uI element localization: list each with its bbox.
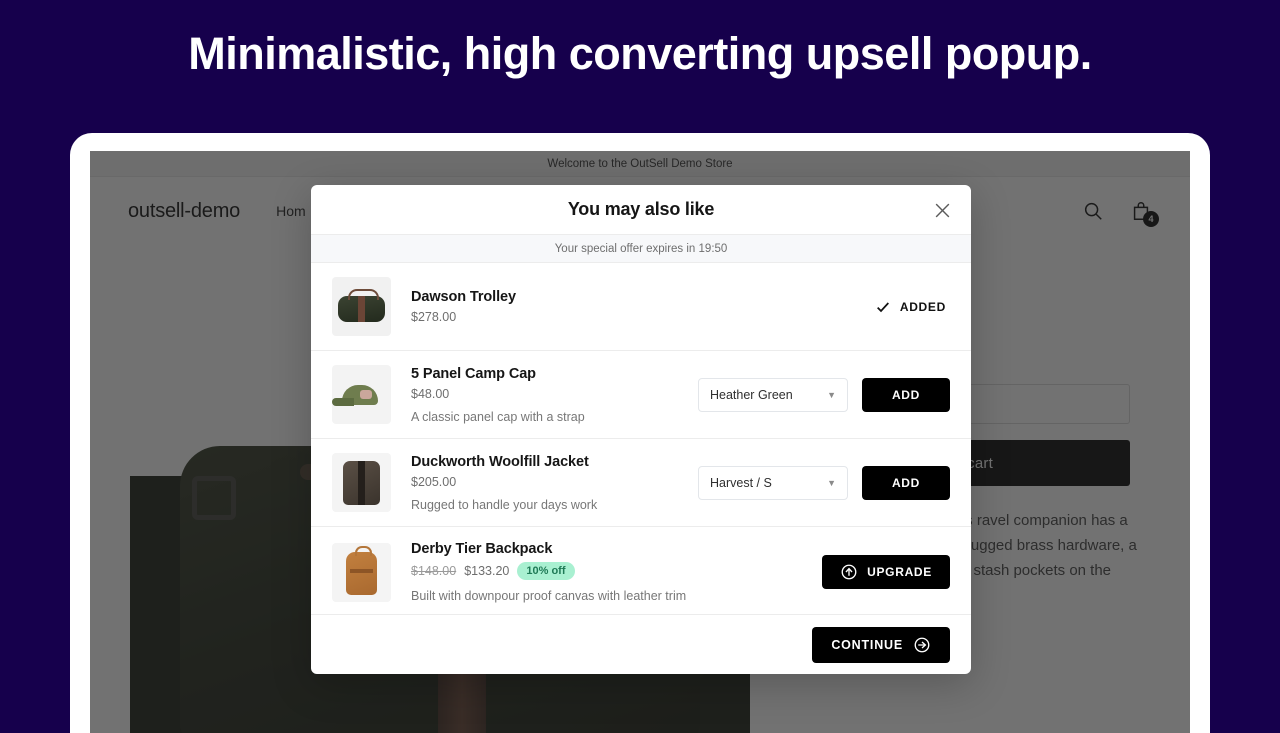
variant-select[interactable]: Heather Green ▼: [698, 377, 848, 412]
variant-select[interactable]: Harvest / S ▼: [698, 465, 848, 500]
added-label: ADDED: [899, 299, 946, 314]
add-button[interactable]: ADD: [862, 465, 950, 500]
upsell-modal: You may also like Your special offer exp…: [311, 185, 971, 674]
close-icon[interactable]: [927, 195, 957, 225]
list-item: 5 Panel Camp Cap $48.00 A classic panel …: [311, 351, 971, 439]
variant-value: Harvest / S: [710, 475, 772, 490]
offer-timer-text: Your special offer expires in 19:50: [554, 242, 728, 255]
item-price: $48.00: [411, 386, 450, 401]
chevron-down-icon: ▼: [827, 477, 836, 488]
upgrade-label: UPGRADE: [867, 565, 932, 579]
list-item: Dawson Trolley $278.00 ADDED: [311, 263, 971, 351]
item-actions: Heather Green ▼ ADD: [698, 377, 950, 412]
item-name: Duckworth Woolfill Jacket: [411, 453, 589, 470]
item-description: Rugged to handle your days work: [411, 497, 598, 512]
page-headline: Minimalistic, high converting upsell pop…: [188, 28, 1092, 79]
modal-header: You may also like: [311, 185, 971, 235]
item-info: 5 Panel Camp Cap $48.00 A classic panel …: [411, 366, 682, 424]
upgrade-button[interactable]: UPGRADE: [822, 555, 950, 589]
status-badge: ADDED: [875, 299, 950, 315]
item-description: Built with downpour proof canvas with le…: [411, 589, 687, 603]
item-compare-at-price: $148.00: [411, 564, 457, 578]
product-thumbnail[interactable]: [332, 542, 391, 602]
product-thumbnail[interactable]: [332, 365, 391, 424]
list-item: Derby Tier Backpack $148.00 $133.20 10% …: [311, 527, 971, 614]
product-thumbnail[interactable]: [332, 453, 391, 512]
variant-value: Heather Green: [710, 387, 793, 402]
chevron-down-icon: ▼: [827, 389, 836, 400]
arrow-right-circle-icon: [913, 636, 931, 654]
continue-label: CONTINUE: [831, 637, 903, 652]
add-button[interactable]: ADD: [862, 377, 950, 412]
item-price-line: $278.00: [411, 310, 859, 324]
offer-timer: Your special offer expires in 19:50: [311, 235, 971, 263]
item-price: $205.00: [411, 474, 457, 489]
discount-badge: 10% off: [517, 562, 575, 580]
upgrade-arrow-icon: [840, 563, 858, 581]
item-name: Dawson Trolley: [411, 289, 516, 305]
item-actions: ADDED: [875, 299, 950, 315]
list-item: Duckworth Woolfill Jacket $205.00 Rugged…: [311, 439, 971, 527]
item-price-line: $148.00 $133.20 10% off: [411, 562, 806, 580]
item-actions: Harvest / S ▼ ADD: [698, 465, 950, 500]
item-price: $278.00: [411, 310, 457, 324]
product-thumbnail[interactable]: [332, 277, 391, 336]
item-name: 5 Panel Camp Cap: [411, 365, 536, 382]
item-actions: UPGRADE: [822, 555, 950, 589]
item-price-line: $205.00: [411, 475, 682, 489]
item-info: Duckworth Woolfill Jacket $205.00 Rugged…: [411, 454, 682, 512]
modal-footer: CONTINUE: [311, 614, 971, 674]
modal-title: You may also like: [567, 199, 715, 219]
item-description: A classic panel cap with a strap: [411, 409, 585, 424]
continue-button[interactable]: CONTINUE: [812, 626, 950, 663]
check-icon: [876, 301, 889, 312]
item-price-line: $48.00: [411, 387, 682, 401]
item-name: Derby Tier Backpack: [411, 541, 553, 557]
upsell-item-list: Dawson Trolley $278.00 ADDED 5 Panel Cam…: [311, 263, 971, 614]
item-info: Derby Tier Backpack $148.00 $133.20 10% …: [411, 541, 806, 603]
item-price: $133.20: [464, 564, 510, 578]
screenshot-stage: Minimalistic, high converting upsell pop…: [0, 0, 1280, 733]
item-info: Dawson Trolley $278.00: [411, 289, 859, 324]
